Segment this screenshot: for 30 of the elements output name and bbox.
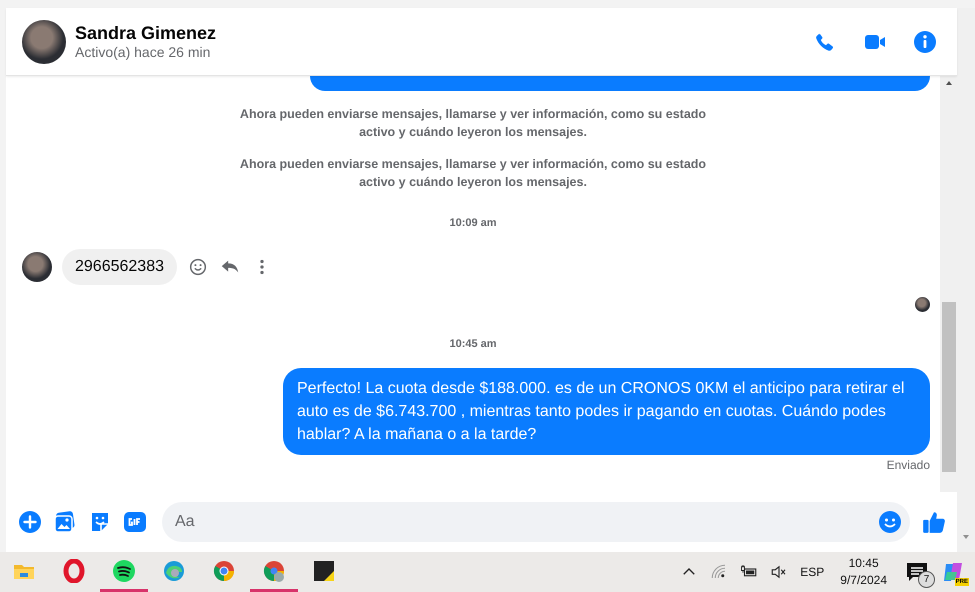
delivery-status: Enviado	[886, 458, 930, 472]
system-notice: Ahora pueden enviarse mensajes, llamarse y ver información, como su estado activo y cuándo leyeron los mensajes.	[238, 156, 708, 191]
message-input[interactable]: Aa	[162, 502, 910, 542]
image-icon[interactable]	[53, 510, 77, 534]
note-icon[interactable]	[312, 558, 336, 582]
notification-count: 7	[918, 571, 935, 588]
profile-ring-icon[interactable]	[262, 558, 286, 582]
timestamp: 10:09 am	[449, 217, 497, 229]
contact-avatar	[22, 20, 66, 64]
scrollbar-thumb[interactable]	[942, 302, 956, 472]
swirl-icon[interactable]	[162, 558, 186, 582]
letter-o-icon[interactable]	[62, 558, 86, 582]
info-icon[interactable]	[913, 30, 937, 54]
seen-avatar	[915, 297, 930, 312]
speaker-muted-icon[interactable]	[770, 563, 788, 581]
contact-name: Sandra Gimenez	[75, 23, 218, 44]
input-language[interactable]: ESP	[800, 565, 824, 579]
received-message: 2966562383	[62, 249, 177, 285]
clock-time[interactable]: 10:45	[848, 555, 879, 572]
sent-message: Perfecto! La cuota desde $188.000. es de un CRONOS 0KM el anticipo para retirar el auto es de $6.743.700 , mientras tanto podes ir pagando en cuotas. Cuándo podes hablar? A la mañana o a la tarde?	[283, 368, 930, 455]
timestamp: 10:45 am	[449, 338, 497, 350]
system-notice: Ahora pueden enviarse mensajes, llamarse y ver información, como su estado activo y cuándo leyeron los mensajes.	[238, 106, 708, 141]
contact-avatar	[22, 252, 52, 282]
sound-waves-icon[interactable]	[112, 558, 136, 582]
clock-date[interactable]: 9/7/2024	[840, 572, 887, 589]
gif-icon[interactable]	[123, 510, 147, 534]
ring-icon[interactable]	[212, 558, 236, 582]
plus-icon[interactable]	[18, 510, 42, 534]
contact-status: Activo(a) hace 26 min	[75, 44, 212, 60]
emoji-icon[interactable]	[878, 510, 902, 534]
